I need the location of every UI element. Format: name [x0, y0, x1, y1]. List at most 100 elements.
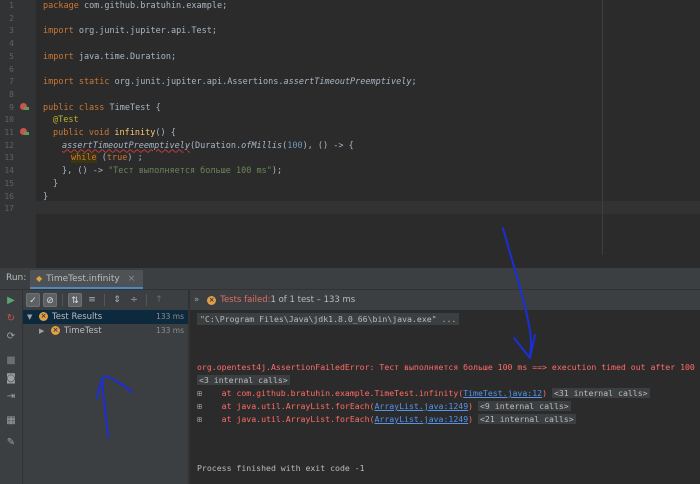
keyword: package [43, 1, 79, 11]
class-name: TimeTest { [104, 102, 161, 113]
line-number: 14 [4, 166, 14, 176]
stack-frame: at java.util.ArrayList.forEach( [201, 414, 375, 424]
semicolon: ; [411, 77, 417, 88]
annotation: @Test [53, 115, 79, 126]
code-line: }, () -> "Тест выполняется больше 100 ms… [62, 165, 282, 178]
source-link[interactable]: ArrayList.java:1249 [374, 414, 468, 424]
internal-calls-fold[interactable]: <3 internal calls> [197, 375, 290, 385]
chevron-icon[interactable]: » [194, 295, 199, 305]
test-results-tree: ▼ × Test Results 133 ms ▶ × TimeTest 133… [23, 310, 188, 484]
source-link[interactable]: ArrayList.java:1249 [374, 401, 468, 411]
tree-node-test-results[interactable]: ▼ × Test Results 133 ms [23, 310, 188, 324]
keyword: import static [43, 77, 110, 88]
keyword: import [43, 26, 74, 37]
class-close: } [43, 191, 49, 202]
failed-icon: × [39, 312, 48, 321]
console-stack-line: ⊞ at java.util.ArrayList.forEach(ArrayLi… [197, 413, 576, 425]
import-path: org.junit.jupiter.api.Test; [73, 26, 218, 37]
current-line-highlight [36, 201, 700, 214]
command-line[interactable]: "C:\Program Files\Java\jdk1.8.0_66\bin\j… [197, 313, 460, 325]
expand-all-icon[interactable]: ⇕ [110, 293, 124, 307]
line-number: 17 [4, 204, 14, 214]
tree-node-duration: 133 ms [156, 326, 184, 335]
run-icon[interactable]: ▶ [4, 294, 18, 308]
run-label: Run: [6, 273, 27, 283]
while-end: ) ; [127, 153, 143, 164]
expand-arrow-icon[interactable]: ▶ [39, 324, 44, 338]
source-link[interactable]: TimeTest.java:12 [463, 388, 542, 398]
close-tab-icon[interactable]: × [128, 274, 136, 284]
stack-frame: at com.github.bratuhin.example.TimeTest.… [201, 388, 464, 398]
tree-node-timetest[interactable]: ▶ × TimeTest 133 ms [23, 324, 188, 338]
run-test-gutter-icon[interactable] [20, 128, 29, 135]
line-number: 2 [9, 13, 14, 23]
assert-call: assertTimeoutPreemptively [62, 140, 190, 151]
rerun-failed-icon[interactable]: ↻ [4, 312, 18, 326]
sort-duration-icon[interactable]: ≡ [85, 293, 99, 307]
test-status-bar: » × Tests failed: 1 of 1 test – 133 ms [190, 290, 700, 310]
while-paren: ( [96, 153, 107, 164]
line-number: 4 [9, 39, 14, 49]
tree-node-label: Test Results [52, 312, 103, 322]
run-class-gutter-icon[interactable] [20, 103, 29, 110]
line-number: 5 [9, 51, 14, 61]
line-number: 11 [4, 128, 14, 137]
code-line: public void infinity() { [53, 127, 176, 140]
config-icon: ◆ [36, 274, 43, 283]
run-header: Run: ◆ TimeTest.infinity × [0, 268, 700, 290]
run-tab-label: TimeTest.infinity [46, 273, 120, 284]
line-number: 10 [4, 115, 14, 125]
code-line: import static org.junit.jupiter.api.Asse… [43, 76, 417, 89]
assert-rest: ), () -> { [302, 140, 354, 151]
failed-icon: × [207, 295, 217, 305]
toggle-auto-test-icon[interactable]: ⟳ [4, 330, 18, 344]
internal-calls-fold[interactable]: <21 internal calls> [478, 414, 576, 424]
line-number: 3 [9, 26, 14, 36]
process-finished-line: Process finished with exit code -1 [197, 463, 365, 473]
prev-failed-icon[interactable]: ↑ [152, 293, 166, 307]
sort-alpha-icon[interactable]: ⇅ [68, 293, 82, 307]
show-ignored-icon[interactable]: ⊘ [43, 293, 57, 307]
code-line: assertTimeoutPreemptively(Duration.ofMil… [62, 140, 354, 153]
code-line: import java.time.Duration; [43, 51, 176, 64]
exit-icon[interactable]: ⇥ [4, 390, 18, 404]
stack-frame-end: ) [468, 414, 478, 424]
line-number: 16 [4, 191, 14, 201]
line-number: 13 [4, 153, 14, 163]
console-output[interactable]: "C:\Program Files\Java\jdk1.8.0_66\bin\j… [190, 310, 700, 484]
internal-calls-fold[interactable]: <31 internal calls> [551, 388, 650, 398]
toolbar-separator [104, 294, 105, 306]
code-line: } [43, 191, 48, 204]
line-number: 1 [9, 1, 14, 10]
expand-arrow-icon[interactable]: ▼ [27, 310, 32, 324]
code-editor[interactable]: 1 2 3 4 5 6 7 8 9 10 11 12 13 14 15 16 1… [0, 0, 700, 268]
method-close: } [53, 178, 59, 189]
layout-icon[interactable]: ▦ [4, 414, 18, 428]
console-stack-line: ⊞ at com.github.bratuhin.example.TimeTes… [197, 387, 650, 399]
call-close: ); [271, 166, 283, 177]
pin-icon[interactable]: ✎ [4, 436, 18, 450]
right-margin-guide [602, 0, 603, 255]
line-number: 7 [9, 77, 14, 87]
toolbar-separator [62, 294, 63, 306]
stack-frame-end: ) [542, 388, 552, 398]
lambda-close: }, () -> [62, 166, 109, 177]
keyword: public class [43, 102, 105, 113]
code-line: import org.junit.jupiter.api.Test; [43, 25, 217, 38]
show-passed-icon[interactable]: ✓ [26, 293, 40, 307]
code-line: public class TimeTest { [43, 102, 161, 115]
console-stack-line: ⊞ at java.util.ArrayList.forEach(ArrayLi… [197, 400, 571, 412]
run-tab[interactable]: ◆ TimeTest.infinity × [30, 270, 144, 289]
line-number: 9 [9, 102, 14, 112]
tree-node-duration: 133 ms [156, 312, 184, 321]
camera-icon[interactable]: ◙ [4, 372, 18, 386]
failed-icon: × [51, 326, 60, 335]
internal-calls-fold[interactable]: <9 internal calls> [478, 401, 571, 411]
stop-icon[interactable]: ■ [4, 354, 18, 368]
method-name: infinity [109, 128, 156, 138]
collapse-all-icon[interactable]: ÷ [127, 293, 141, 307]
code-line: @Test [53, 114, 79, 127]
run-side-toolbar: ▶ ↻ ⟳ ■ ◙ ⇥ ▦ ✎ [0, 290, 23, 484]
stack-frame-end: ) [468, 401, 478, 411]
tree-node-label: TimeTest [64, 326, 102, 336]
